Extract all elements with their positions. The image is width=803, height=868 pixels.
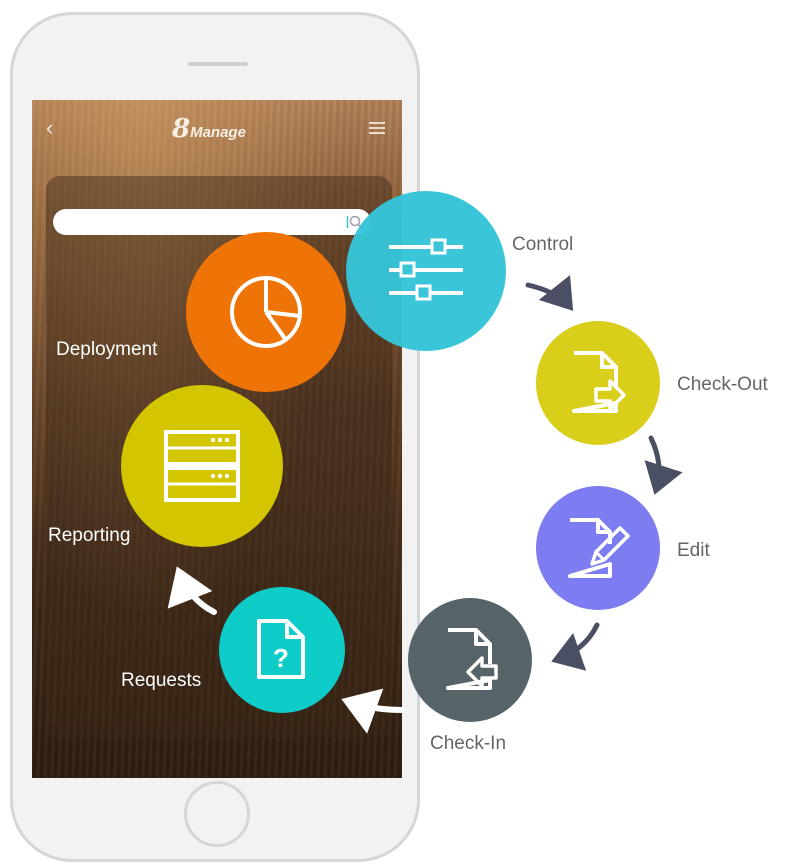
arrow-edit-to-checkin — [551, 622, 600, 671]
edit-circle[interactable] — [536, 486, 660, 610]
deployment-circle[interactable] — [186, 232, 346, 392]
checkout-label: Check-Out — [677, 374, 768, 395]
reporting-label: Reporting — [48, 525, 131, 546]
arrow-requests-to-reporting — [167, 566, 217, 615]
document-question-icon: ? — [257, 619, 305, 679]
deployment-label: Deployment — [56, 339, 158, 360]
document-edit-icon — [568, 518, 630, 578]
question-mark: ? — [273, 643, 289, 673]
arrow-control-to-checkout — [525, 274, 574, 311]
checkin-label: Check-In — [430, 733, 507, 754]
cycle-arrows — [167, 274, 683, 734]
arrow-checkout-to-edit — [644, 435, 683, 495]
reporting-circle[interactable] — [121, 385, 283, 547]
checkout-circle[interactable] — [536, 321, 660, 445]
control-circle[interactable] — [346, 191, 506, 351]
edit-label: Edit — [677, 540, 710, 561]
document-import-icon — [446, 628, 498, 690]
requests-circle[interactable]: ? — [219, 587, 345, 713]
sliders-icon — [389, 238, 463, 301]
arrow-checkin-to-requests — [341, 688, 405, 734]
server-icon — [164, 430, 240, 502]
pie-chart-icon — [230, 276, 302, 348]
checkin-circle[interactable] — [408, 598, 532, 722]
requests-label: Requests — [121, 670, 202, 691]
control-label: Control — [512, 234, 574, 255]
document-export-icon — [572, 351, 626, 413]
